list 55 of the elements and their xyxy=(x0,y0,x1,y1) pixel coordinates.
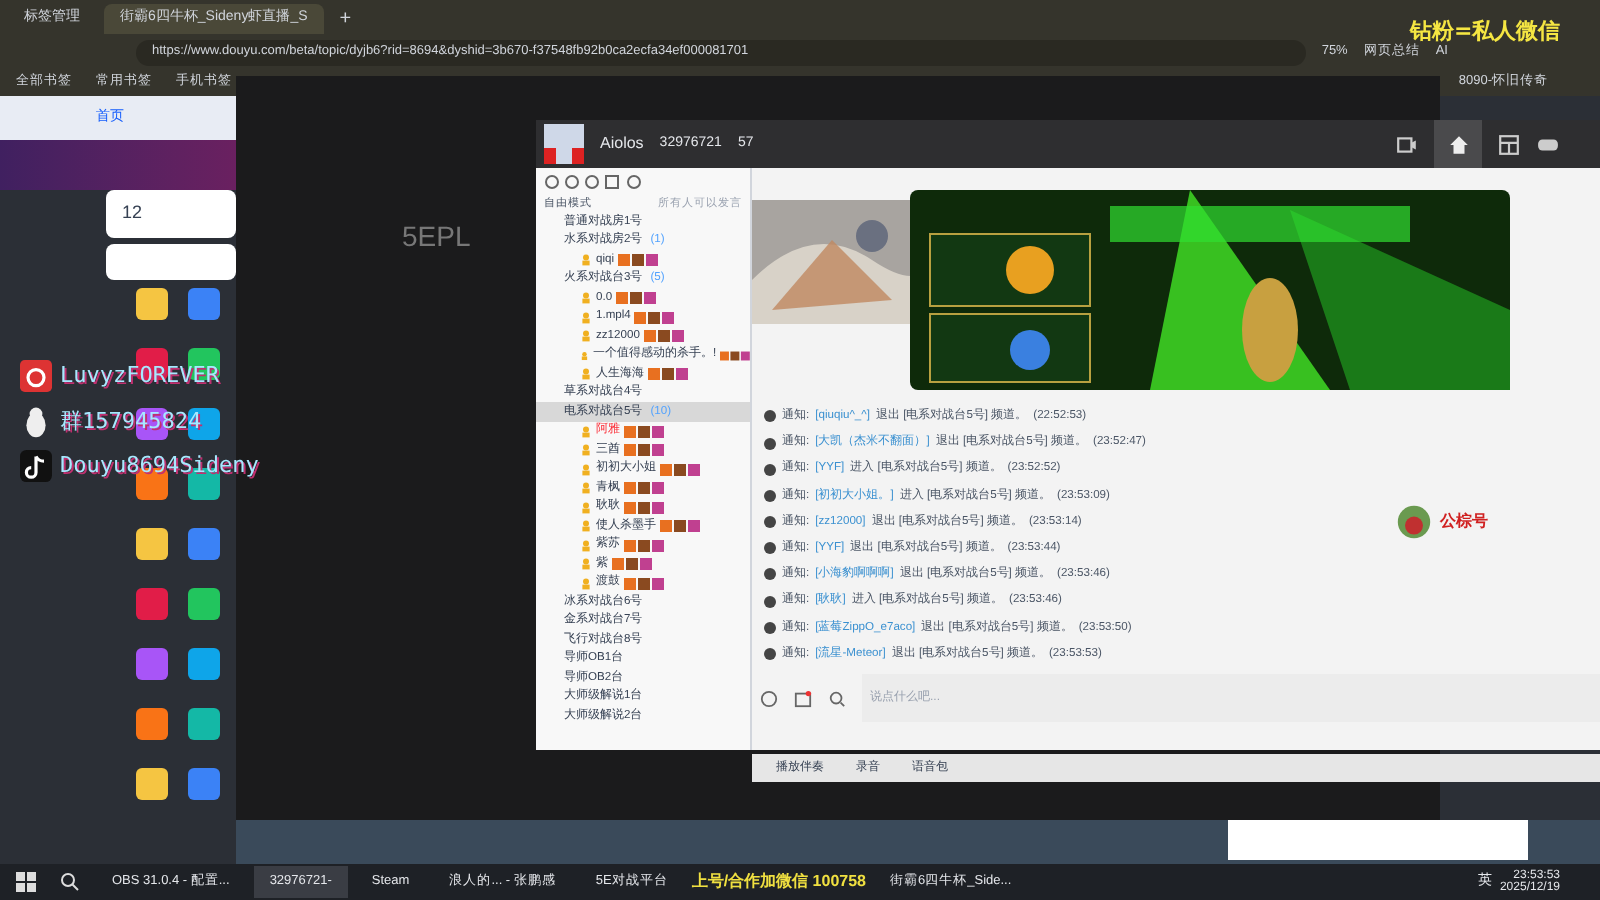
badge-icons-drawing xyxy=(720,349,750,361)
music-app-icon xyxy=(20,360,52,393)
user-icon xyxy=(580,349,589,361)
user-name[interactable]: Aiolos xyxy=(600,132,644,156)
user-icon xyxy=(580,254,592,266)
stat-value: 12 xyxy=(122,200,143,227)
user-icon xyxy=(580,311,592,323)
emoji-icon[interactable] xyxy=(760,689,778,707)
badge-icons-drawing xyxy=(634,311,675,323)
game-title: 5EPL xyxy=(402,218,471,256)
badge-icons-drawing xyxy=(624,444,664,456)
badge-icons-drawing xyxy=(612,558,652,570)
badge-icons-drawing xyxy=(624,539,664,551)
badge-icons-drawing xyxy=(660,463,700,475)
start-icon[interactable] xyxy=(16,872,36,892)
badge-icons-drawing xyxy=(648,368,688,380)
badge-icons-drawing xyxy=(660,520,700,532)
badge-icons-drawing xyxy=(624,425,664,437)
user-icon xyxy=(580,463,592,475)
user-icon xyxy=(580,292,592,304)
badge-icons-drawing xyxy=(643,330,684,342)
user-icon xyxy=(580,444,592,456)
user-icon xyxy=(580,577,592,589)
home-icon xyxy=(1447,133,1469,155)
penguin-icon xyxy=(20,405,52,438)
user-icon xyxy=(580,558,592,570)
search-icon[interactable] xyxy=(60,872,80,892)
side-label: 公棕号 xyxy=(1440,510,1488,534)
toolbar-icons-drawing xyxy=(544,172,644,192)
user-icon xyxy=(580,520,592,532)
badge-icons-drawing xyxy=(616,292,657,304)
info-icon xyxy=(764,648,776,661)
search-icon[interactable] xyxy=(828,689,846,707)
mascot-icon xyxy=(1396,504,1432,540)
info-icon xyxy=(764,410,776,423)
home-tab[interactable] xyxy=(1434,120,1482,168)
badge-icons-drawing xyxy=(624,577,664,589)
user-icon xyxy=(580,330,592,342)
overlay-caption: 钻粉=私人微信 xyxy=(1410,16,1561,44)
video-card xyxy=(106,244,236,280)
video-icon[interactable] xyxy=(1396,133,1418,155)
badge-icons-drawing xyxy=(618,254,659,266)
new-tab-icon[interactable]: + xyxy=(331,3,360,33)
user-icon xyxy=(580,539,592,551)
grid-icon[interactable] xyxy=(1498,133,1520,155)
user-icon xyxy=(580,425,592,437)
overlay-caption: Douyu8694Sideny xyxy=(60,450,259,482)
badge-icons-drawing xyxy=(624,482,664,494)
music-note-icon xyxy=(20,450,52,483)
badge-icons-drawing xyxy=(624,501,664,513)
user-icon xyxy=(580,368,592,380)
user-icon xyxy=(580,482,592,494)
overlay-caption: 上号/合作加微信 100758 xyxy=(691,870,866,894)
user-icon xyxy=(580,501,592,513)
avatar-icon xyxy=(544,124,584,164)
